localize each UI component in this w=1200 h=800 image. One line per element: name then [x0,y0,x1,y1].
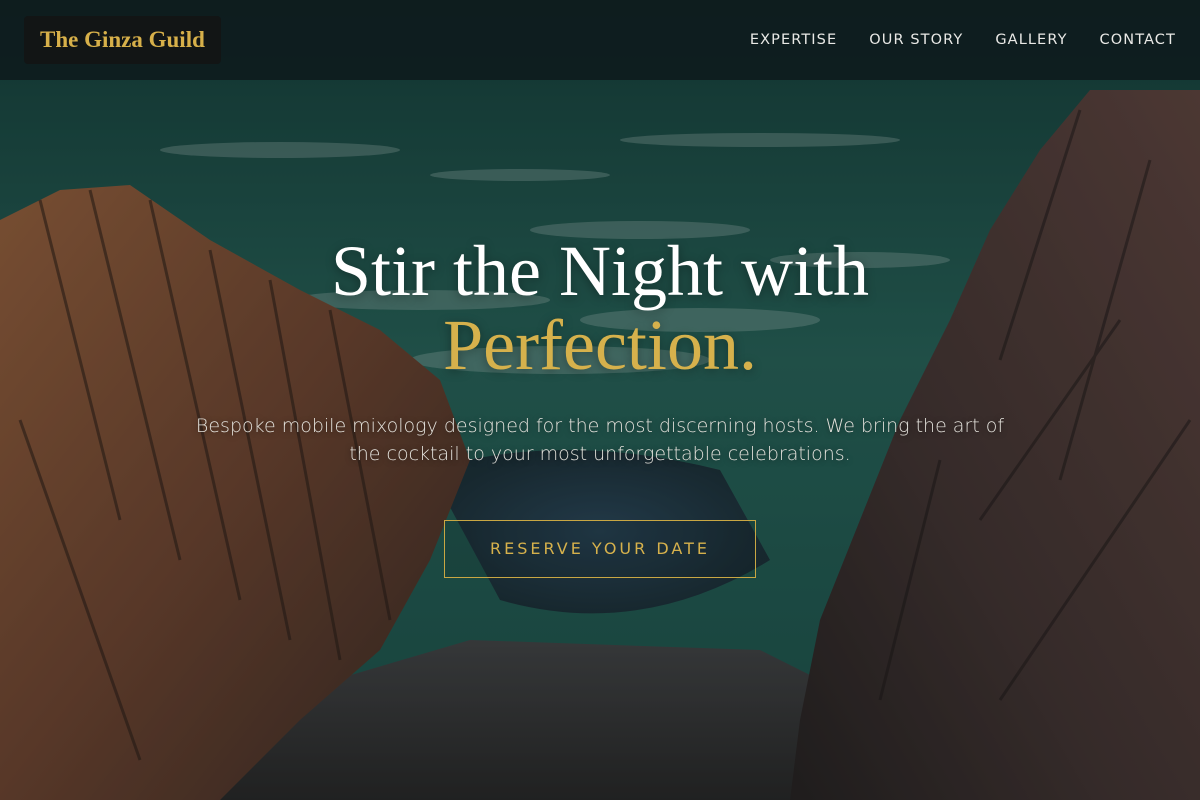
nav-link-our-story[interactable]: OUR STORY [869,32,963,48]
nav-link-contact[interactable]: CONTACT [1100,32,1176,48]
hero-headline: Stir the Night with Perfection. [0,234,1200,382]
reserve-date-button[interactable]: RESERVE YOUR DATE [444,520,756,578]
top-navbar: The Ginza Guild EXPERTISE OUR STORY GALL… [0,0,1200,80]
landing-page: The Ginza Guild EXPERTISE OUR STORY GALL… [0,0,1200,800]
brand-logo[interactable]: The Ginza Guild [24,16,221,64]
hero-headline-accent: Perfection. [443,305,757,385]
hero-section: Stir the Night with Perfection. Bespoke … [0,234,1200,578]
nav-link-expertise[interactable]: EXPERTISE [750,32,837,48]
hero-headline-line1: Stir the Night with [331,231,869,311]
nav-link-gallery[interactable]: GALLERY [995,32,1067,48]
hero-subtitle: Bespoke mobile mixology designed for the… [195,415,1005,465]
main-nav: EXPERTISE OUR STORY GALLERY CONTACT [750,0,1176,80]
